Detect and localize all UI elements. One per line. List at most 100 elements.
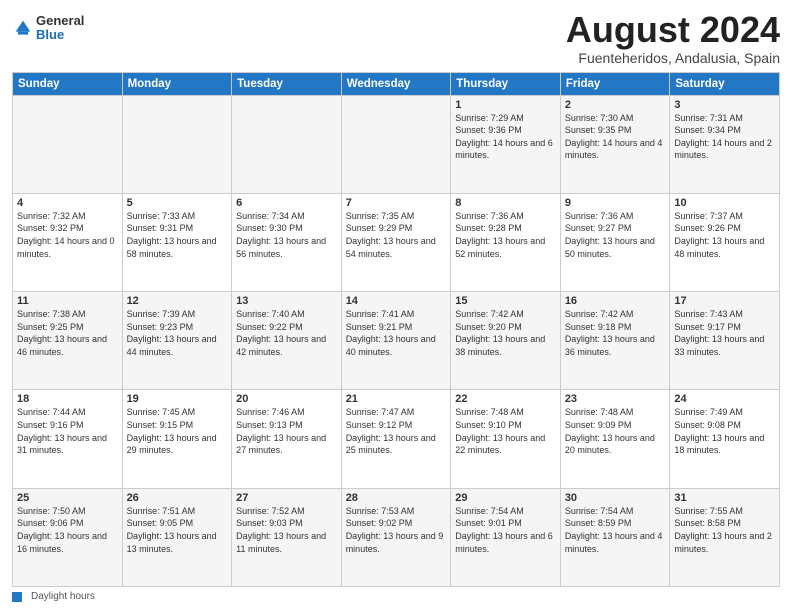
cell-info: Sunrise: 7:51 AM Sunset: 9:05 PM Dayligh…	[127, 505, 228, 555]
calendar-cell: 6Sunrise: 7:34 AM Sunset: 9:30 PM Daylig…	[232, 193, 342, 291]
day-number: 1	[455, 99, 556, 111]
calendar-cell: 29Sunrise: 7:54 AM Sunset: 9:01 PM Dayli…	[451, 488, 561, 586]
cell-info: Sunrise: 7:53 AM Sunset: 9:02 PM Dayligh…	[346, 505, 447, 555]
calendar-cell: 25Sunrise: 7:50 AM Sunset: 9:06 PM Dayli…	[13, 488, 123, 586]
cell-info: Sunrise: 7:33 AM Sunset: 9:31 PM Dayligh…	[127, 210, 228, 260]
cell-info: Sunrise: 7:43 AM Sunset: 9:17 PM Dayligh…	[674, 308, 775, 358]
calendar-cell: 24Sunrise: 7:49 AM Sunset: 9:08 PM Dayli…	[670, 390, 780, 488]
logo-text: General Blue	[36, 14, 84, 43]
calendar-cell	[13, 95, 123, 193]
day-number: 25	[17, 492, 118, 504]
month-year: August 2024	[566, 10, 780, 50]
day-number: 3	[674, 99, 775, 111]
cell-info: Sunrise: 7:44 AM Sunset: 9:16 PM Dayligh…	[17, 406, 118, 456]
calendar-cell: 16Sunrise: 7:42 AM Sunset: 9:18 PM Dayli…	[560, 292, 670, 390]
calendar-cell: 19Sunrise: 7:45 AM Sunset: 9:15 PM Dayli…	[122, 390, 232, 488]
day-number: 11	[17, 295, 118, 307]
cell-info: Sunrise: 7:30 AM Sunset: 9:35 PM Dayligh…	[565, 112, 666, 162]
day-number: 7	[346, 197, 447, 209]
day-number: 18	[17, 393, 118, 405]
calendar-cell: 14Sunrise: 7:41 AM Sunset: 9:21 PM Dayli…	[341, 292, 451, 390]
calendar-week-row: 1Sunrise: 7:29 AM Sunset: 9:36 PM Daylig…	[13, 95, 780, 193]
footer: Daylight hours	[12, 591, 780, 602]
calendar-cell: 30Sunrise: 7:54 AM Sunset: 8:59 PM Dayli…	[560, 488, 670, 586]
day-number: 9	[565, 197, 666, 209]
calendar-cell: 5Sunrise: 7:33 AM Sunset: 9:31 PM Daylig…	[122, 193, 232, 291]
cell-info: Sunrise: 7:40 AM Sunset: 9:22 PM Dayligh…	[236, 308, 337, 358]
day-number: 27	[236, 492, 337, 504]
day-number: 6	[236, 197, 337, 209]
day-number: 28	[346, 492, 447, 504]
day-number: 12	[127, 295, 228, 307]
calendar-cell: 26Sunrise: 7:51 AM Sunset: 9:05 PM Dayli…	[122, 488, 232, 586]
cell-info: Sunrise: 7:35 AM Sunset: 9:29 PM Dayligh…	[346, 210, 447, 260]
daylight-dot	[12, 592, 22, 602]
logo-blue-text: Blue	[36, 28, 84, 42]
cell-info: Sunrise: 7:36 AM Sunset: 9:27 PM Dayligh…	[565, 210, 666, 260]
calendar-week-row: 25Sunrise: 7:50 AM Sunset: 9:06 PM Dayli…	[13, 488, 780, 586]
logo: General Blue	[12, 14, 84, 43]
cell-info: Sunrise: 7:46 AM Sunset: 9:13 PM Dayligh…	[236, 406, 337, 456]
day-number: 19	[127, 393, 228, 405]
cell-info: Sunrise: 7:42 AM Sunset: 9:20 PM Dayligh…	[455, 308, 556, 358]
day-of-week-header: Wednesday	[341, 72, 451, 95]
calendar-cell: 21Sunrise: 7:47 AM Sunset: 9:12 PM Dayli…	[341, 390, 451, 488]
cell-info: Sunrise: 7:48 AM Sunset: 9:10 PM Dayligh…	[455, 406, 556, 456]
cell-info: Sunrise: 7:36 AM Sunset: 9:28 PM Dayligh…	[455, 210, 556, 260]
day-of-week-header: Tuesday	[232, 72, 342, 95]
day-number: 4	[17, 197, 118, 209]
day-number: 15	[455, 295, 556, 307]
day-number: 30	[565, 492, 666, 504]
page: General Blue August 2024 Fuenteheridos, …	[0, 0, 792, 612]
title-block: August 2024 Fuenteheridos, Andalusia, Sp…	[566, 10, 780, 66]
cell-info: Sunrise: 7:31 AM Sunset: 9:34 PM Dayligh…	[674, 112, 775, 162]
calendar-cell: 20Sunrise: 7:46 AM Sunset: 9:13 PM Dayli…	[232, 390, 342, 488]
day-of-week-header: Thursday	[451, 72, 561, 95]
day-number: 2	[565, 99, 666, 111]
cell-info: Sunrise: 7:32 AM Sunset: 9:32 PM Dayligh…	[17, 210, 118, 260]
day-of-week-header: Saturday	[670, 72, 780, 95]
cell-info: Sunrise: 7:50 AM Sunset: 9:06 PM Dayligh…	[17, 505, 118, 555]
day-number: 5	[127, 197, 228, 209]
calendar-cell	[122, 95, 232, 193]
location: Fuenteheridos, Andalusia, Spain	[566, 50, 780, 66]
calendar-cell: 3Sunrise: 7:31 AM Sunset: 9:34 PM Daylig…	[670, 95, 780, 193]
calendar-week-row: 18Sunrise: 7:44 AM Sunset: 9:16 PM Dayli…	[13, 390, 780, 488]
calendar-table: SundayMondayTuesdayWednesdayThursdayFrid…	[12, 72, 780, 587]
calendar-cell: 17Sunrise: 7:43 AM Sunset: 9:17 PM Dayli…	[670, 292, 780, 390]
header: General Blue August 2024 Fuenteheridos, …	[12, 10, 780, 66]
day-of-week-header: Friday	[560, 72, 670, 95]
cell-info: Sunrise: 7:54 AM Sunset: 9:01 PM Dayligh…	[455, 505, 556, 555]
day-number: 20	[236, 393, 337, 405]
day-number: 16	[565, 295, 666, 307]
cell-info: Sunrise: 7:29 AM Sunset: 9:36 PM Dayligh…	[455, 112, 556, 162]
calendar-cell: 4Sunrise: 7:32 AM Sunset: 9:32 PM Daylig…	[13, 193, 123, 291]
calendar-cell: 15Sunrise: 7:42 AM Sunset: 9:20 PM Dayli…	[451, 292, 561, 390]
calendar-cell: 13Sunrise: 7:40 AM Sunset: 9:22 PM Dayli…	[232, 292, 342, 390]
day-of-week-header: Monday	[122, 72, 232, 95]
calendar-cell: 8Sunrise: 7:36 AM Sunset: 9:28 PM Daylig…	[451, 193, 561, 291]
logo-icon	[12, 17, 34, 39]
calendar-cell: 10Sunrise: 7:37 AM Sunset: 9:26 PM Dayli…	[670, 193, 780, 291]
calendar-cell: 31Sunrise: 7:55 AM Sunset: 8:58 PM Dayli…	[670, 488, 780, 586]
cell-info: Sunrise: 7:48 AM Sunset: 9:09 PM Dayligh…	[565, 406, 666, 456]
cell-info: Sunrise: 7:41 AM Sunset: 9:21 PM Dayligh…	[346, 308, 447, 358]
day-number: 29	[455, 492, 556, 504]
day-number: 14	[346, 295, 447, 307]
calendar-cell: 2Sunrise: 7:30 AM Sunset: 9:35 PM Daylig…	[560, 95, 670, 193]
calendar-week-row: 4Sunrise: 7:32 AM Sunset: 9:32 PM Daylig…	[13, 193, 780, 291]
calendar-cell: 23Sunrise: 7:48 AM Sunset: 9:09 PM Dayli…	[560, 390, 670, 488]
header-row: SundayMondayTuesdayWednesdayThursdayFrid…	[13, 72, 780, 95]
day-number: 8	[455, 197, 556, 209]
day-number: 13	[236, 295, 337, 307]
calendar-cell: 1Sunrise: 7:29 AM Sunset: 9:36 PM Daylig…	[451, 95, 561, 193]
calendar-cell: 22Sunrise: 7:48 AM Sunset: 9:10 PM Dayli…	[451, 390, 561, 488]
calendar-cell	[232, 95, 342, 193]
logo-general-text: General	[36, 14, 84, 28]
cell-info: Sunrise: 7:37 AM Sunset: 9:26 PM Dayligh…	[674, 210, 775, 260]
calendar-cell: 28Sunrise: 7:53 AM Sunset: 9:02 PM Dayli…	[341, 488, 451, 586]
calendar-cell: 7Sunrise: 7:35 AM Sunset: 9:29 PM Daylig…	[341, 193, 451, 291]
cell-info: Sunrise: 7:54 AM Sunset: 8:59 PM Dayligh…	[565, 505, 666, 555]
day-number: 31	[674, 492, 775, 504]
cell-info: Sunrise: 7:52 AM Sunset: 9:03 PM Dayligh…	[236, 505, 337, 555]
